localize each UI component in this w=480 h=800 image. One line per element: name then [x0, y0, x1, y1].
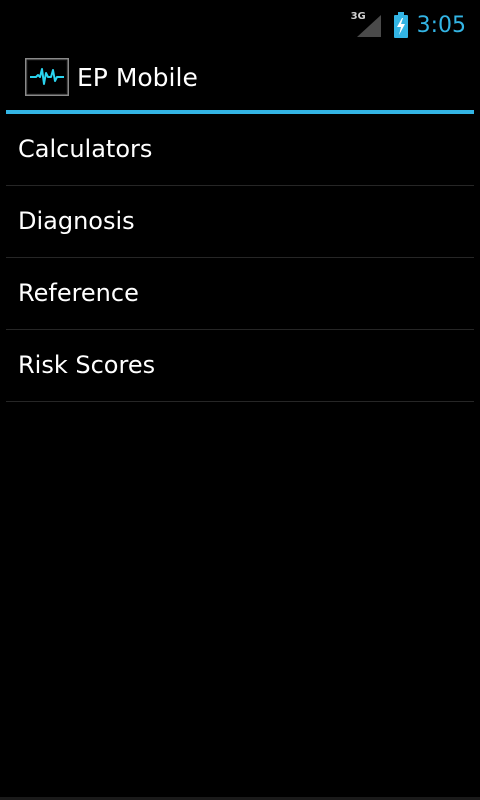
menu-item-diagnosis[interactable]: Diagnosis	[6, 186, 474, 258]
menu-item-label: Risk Scores	[18, 351, 156, 379]
menu-list: Calculators Diagnosis Reference Risk Sco…	[0, 114, 480, 402]
menu-item-label: Calculators	[18, 135, 153, 163]
signal-icon	[356, 15, 381, 37]
app-title: EP Mobile	[77, 63, 198, 92]
menu-item-reference[interactable]: Reference	[6, 258, 474, 330]
status-clock: 3:05	[416, 12, 466, 38]
menu-item-label: Reference	[18, 279, 139, 307]
ecg-icon[interactable]	[25, 58, 69, 96]
status-icons: 3G 3:05	[351, 8, 466, 42]
menu-item-risk-scores[interactable]: Risk Scores	[6, 330, 474, 402]
network-badge: 3G	[351, 11, 381, 37]
menu-item-label: Diagnosis	[18, 207, 135, 235]
status-bar: 3G 3:05	[0, 0, 480, 50]
action-bar: EP Mobile	[0, 50, 480, 110]
menu-item-calculators[interactable]: Calculators	[6, 114, 474, 186]
battery-charging-icon	[393, 12, 408, 38]
